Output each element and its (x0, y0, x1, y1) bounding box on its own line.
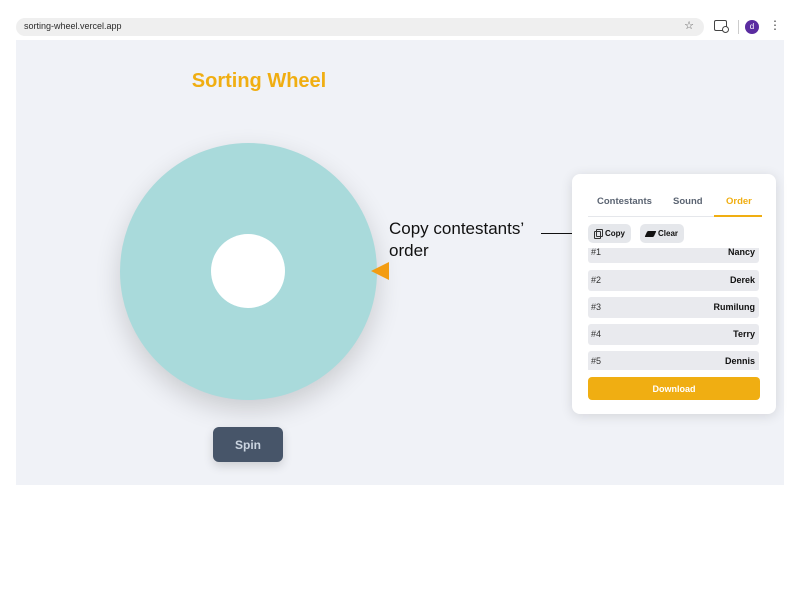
tab-sound[interactable]: Sound (673, 196, 703, 207)
copy-icon (594, 229, 603, 239)
order-row: #5 Dennis (588, 351, 759, 370)
copy-order-button[interactable]: Copy (588, 224, 631, 243)
order-name: Nancy (727, 248, 755, 257)
page-viewport: Sorting Wheel Spin Copy contestants’ ord… (16, 40, 784, 485)
profile-avatar[interactable]: d (745, 20, 759, 34)
annotation-line-2: order (389, 241, 429, 260)
annotation-line-1: Copy contestants’ (389, 219, 525, 238)
order-name: Derek (729, 275, 755, 285)
order-row: #3 Rumilung (588, 297, 759, 318)
copy-button-label: Copy (605, 229, 625, 238)
toolbar-divider (738, 20, 739, 34)
order-row: #2 Derek (588, 270, 759, 291)
panel-tabs: Contestants Sound Order (588, 190, 762, 217)
order-list[interactable]: #1 Nancy #2 Derek #3 Rumilung #4 Terry #… (588, 248, 759, 370)
sorting-wheel[interactable] (120, 143, 377, 400)
order-row: #4 Terry (588, 324, 759, 345)
browser-menu-icon[interactable]: ⋮ (769, 18, 781, 32)
wheel-pointer-icon (371, 262, 389, 280)
active-tab-underline (714, 215, 762, 217)
order-name: Terry (733, 329, 755, 339)
order-rank: #2 (591, 275, 602, 285)
browser-toolbar: sorting-wheel.vercel.app ☆ d ⋮ (16, 16, 784, 38)
settings-panel: Contestants Sound Order Copy Clear #1 Na… (572, 174, 776, 414)
bookmark-star-icon[interactable]: ☆ (684, 19, 694, 32)
address-bar[interactable]: sorting-wheel.vercel.app ☆ (16, 18, 704, 36)
wheel-hub (211, 234, 285, 308)
clear-button-label: Clear (658, 229, 679, 238)
order-rank: #4 (591, 329, 602, 339)
spin-button[interactable]: Spin (213, 427, 283, 462)
order-name: Rumilung (713, 302, 756, 312)
order-name: Dennis (724, 356, 755, 366)
order-rank: #5 (591, 356, 602, 366)
order-rank: #1 (591, 248, 602, 257)
download-button[interactable]: Download (588, 377, 760, 400)
tab-order[interactable]: Order (726, 196, 752, 207)
lens-extension-icon[interactable] (714, 20, 729, 33)
tab-contestants[interactable]: Contestants (597, 196, 652, 207)
page-title: Sorting Wheel (191, 70, 327, 92)
clear-order-button[interactable]: Clear (640, 224, 685, 243)
eraser-icon (644, 230, 657, 237)
annotation-label: Copy contestants’ order (389, 218, 524, 262)
url-text[interactable]: sorting-wheel.vercel.app (24, 21, 122, 31)
order-row: #1 Nancy (588, 248, 759, 263)
order-rank: #3 (591, 302, 602, 312)
